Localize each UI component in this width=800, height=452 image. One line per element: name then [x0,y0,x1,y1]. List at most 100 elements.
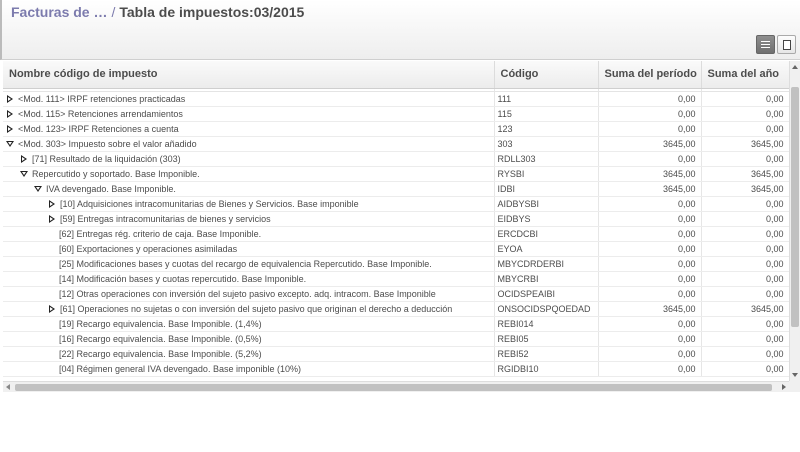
period-sum-cell: 3645,00 [598,181,702,197]
expand-arrow-icon[interactable] [7,124,13,133]
toggle-placeholder [48,259,59,268]
tax-name-wrapper: <Mod. 303> Impuesto sobre el valor añadi… [6,137,491,151]
breadcrumb-parent-link[interactable]: Facturas de … [11,4,107,20]
tax-name-cell[interactable]: [10] Adquisiciones intracomunitarias de … [3,196,495,212]
tax-name-cell[interactable]: <Mod. 115> Retenciones arrendamientos [3,106,495,122]
tax-name-cell[interactable]: [60] Exportaciones y operaciones asimila… [3,241,495,257]
tax-code-cell: 123 [494,121,599,137]
tax-name-cell[interactable]: [16] Recargo equivalencia. Base Imponibl… [3,331,495,347]
collapse-arrow-icon[interactable] [20,170,28,177]
toggle-placeholder [48,274,59,283]
tax-name-label: [62] Entregas rég. criterio de caja. Bas… [59,228,262,239]
year-sum-cell: 0,00 [701,106,790,122]
table-row[interactable]: Repercutido y soportado. Base Imponible.… [3,166,790,182]
year-sum-cell: 0,00 [701,346,790,362]
tax-name-wrapper: [59] Entregas intracomunitarias de biene… [6,212,491,226]
period-sum-cell: 0,00 [598,211,702,227]
table-row[interactable]: [60] Exportaciones y operaciones asimila… [3,241,790,257]
table-row[interactable]: [25] Modificaciones bases y cuotas del r… [3,256,790,272]
form-view-icon [782,39,791,50]
scroll-left-arrow-icon[interactable] [6,384,10,390]
expand-arrow-icon[interactable] [49,214,55,223]
tax-name-wrapper: [71] Resultado de la liquidación (303) [6,152,491,166]
year-sum-cell: 0,00 [701,196,790,212]
tax-name-cell[interactable]: [25] Modificaciones bases y cuotas del r… [3,256,495,272]
year-sum-cell: 0,00 [701,316,790,332]
view-header: Facturas de … / Tabla de impuestos:03/2015 [0,0,800,60]
form-view-button[interactable] [777,35,796,54]
table-row[interactable]: [14] Modificación bases y cuotas repercu… [3,271,790,287]
tax-name-cell[interactable]: [19] Recargo equivalencia. Base Imponibl… [3,316,495,332]
table-row[interactable]: <Mod. 111> IRPF retenciones practicadas 1… [3,91,790,107]
tax-name-cell[interactable]: [12] Otras operaciones con inversión del… [3,286,495,302]
tax-code-cell: 303 [494,136,599,152]
tax-name-cell[interactable]: [62] Entregas rég. criterio de caja. Bas… [3,226,495,242]
tax-name-label: [59] Entregas intracomunitarias de biene… [60,213,271,224]
tax-name-label: [71] Resultado de la liquidación (303) [32,153,181,164]
tax-name-cell[interactable]: [59] Entregas intracomunitarias de biene… [3,211,495,227]
tax-name-cell[interactable]: <Mod. 303> Impuesto sobre el valor añadi… [3,136,495,152]
view-switcher [754,35,796,54]
tax-table-container: Nombre código de impuesto Código Suma de… [3,61,800,381]
tax-code-cell: RYSBI [494,166,599,182]
column-header-period-sum[interactable]: Suma del período [598,61,702,89]
table-row[interactable]: [62] Entregas rég. criterio de caja. Bas… [3,226,790,242]
tax-name-cell[interactable]: [22] Recargo equivalencia. Base Imponibl… [3,346,495,362]
period-sum-cell: 3645,00 [598,301,702,317]
vertical-scrollbar[interactable] [789,61,800,381]
tax-code-cell: REBI014 [494,316,599,332]
tax-name-label: [12] Otras operaciones con inversión del… [59,288,436,299]
table-row[interactable]: [04] Régimen general IVA devengado. Base… [3,361,790,377]
tax-name-cell[interactable]: [61] Operaciones no sujetas o con invers… [3,301,495,317]
scroll-down-arrow-icon[interactable] [792,373,798,377]
table-row[interactable]: [10] Adquisiciones intracomunitarias de … [3,196,790,212]
year-sum-cell: 0,00 [701,121,790,137]
tax-name-cell[interactable]: [04] Régimen general IVA devengado. Base… [3,361,495,377]
list-view-button[interactable] [756,35,775,54]
table-row[interactable]: IVA devengado. Base Imponible. IDBI 3645,0… [3,181,790,197]
toggle-placeholder [48,349,59,358]
table-row[interactable]: [22] Recargo equivalencia. Base Imponibl… [3,346,790,362]
horizontal-scrollbar-thumb[interactable] [15,384,772,391]
collapse-arrow-icon[interactable] [6,140,14,147]
scrollbar-corner [789,381,800,392]
expand-arrow-icon[interactable] [49,304,55,313]
tax-name-label: [25] Modificaciones bases y cuotas del r… [59,258,432,269]
tax-name-wrapper: Repercutido y soportado. Base Imponible. [6,167,491,181]
tax-name-cell[interactable]: <Mod. 111> IRPF retenciones practicadas [3,91,495,107]
collapse-arrow-icon[interactable] [34,185,42,192]
tax-name-label: [61] Operaciones no sujetas o con invers… [60,303,453,314]
tax-name-cell[interactable]: [14] Modificación bases y cuotas repercu… [3,271,495,287]
vertical-scrollbar-thumb[interactable] [791,87,799,327]
year-sum-cell: 3645,00 [701,166,790,182]
expand-arrow-icon[interactable] [7,109,13,118]
table-row[interactable]: [71] Resultado de la liquidación (303) RD… [3,151,790,167]
scroll-right-arrow-icon[interactable] [782,384,786,390]
tax-name-label: IVA devengado. Base Imponible. [46,183,176,194]
column-header-code[interactable]: Código [494,61,599,89]
expand-arrow-icon[interactable] [49,199,55,208]
tax-name-cell[interactable]: Repercutido y soportado. Base Imponible. [3,166,495,182]
period-sum-cell: 0,00 [598,316,702,332]
table-row[interactable]: <Mod. 303> Impuesto sobre el valor añadi… [3,136,790,152]
table-row[interactable]: [59] Entregas intracomunitarias de biene… [3,211,790,227]
period-sum-cell: 0,00 [598,256,702,272]
table-row[interactable]: [61] Operaciones no sujetas o con invers… [3,301,790,317]
table-row[interactable]: <Mod. 115> Retenciones arrendamientos 115… [3,106,790,122]
tax-name-cell[interactable]: [71] Resultado de la liquidación (303) [3,151,495,167]
table-row[interactable]: [16] Recargo equivalencia. Base Imponibl… [3,331,790,347]
table-row[interactable]: <Mod. 123> IRPF Retenciones a cuenta 123 0… [3,121,790,137]
column-header-year-sum[interactable]: Suma del año [701,61,790,89]
tax-name-cell[interactable]: IVA devengado. Base Imponible. [3,181,495,197]
breadcrumb-separator: / [111,4,116,20]
expand-arrow-icon[interactable] [21,154,27,163]
horizontal-scrollbar[interactable] [3,381,789,392]
tax-name-wrapper: [04] Régimen general IVA devengado. Base… [6,362,491,376]
column-header-name[interactable]: Nombre código de impuesto [3,61,495,89]
table-row[interactable]: [12] Otras operaciones con inversión del… [3,286,790,302]
tax-name-cell[interactable]: <Mod. 123> IRPF Retenciones a cuenta [3,121,495,137]
expand-arrow-icon[interactable] [7,94,13,103]
table-row[interactable]: [19] Recargo equivalencia. Base Imponibl… [3,316,790,332]
scroll-up-arrow-icon[interactable] [792,65,798,69]
period-sum-cell: 0,00 [598,226,702,242]
